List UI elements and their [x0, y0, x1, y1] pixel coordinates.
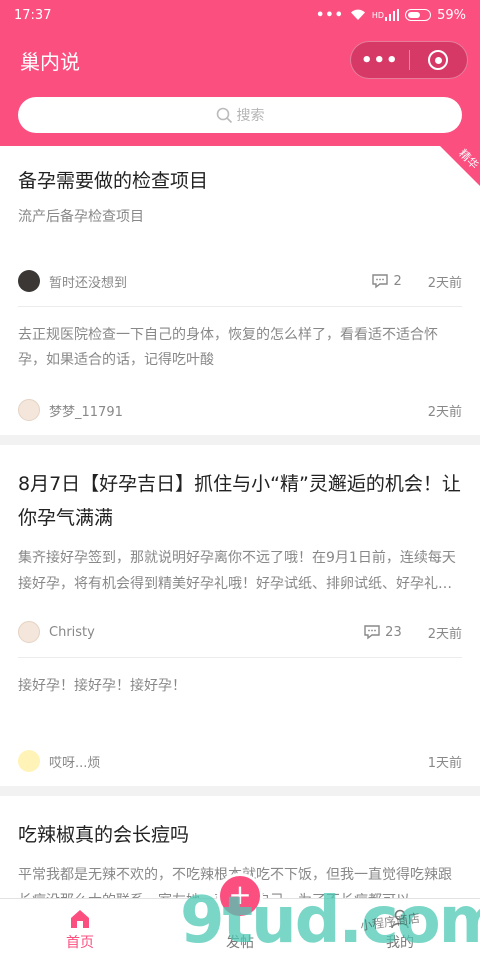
author-name[interactable]: Christy [49, 625, 363, 640]
search-input[interactable]: 搜索 [18, 97, 462, 133]
post-time: 2天前 [427, 626, 462, 642]
target-icon [428, 50, 449, 70]
post-card[interactable]: 8月7日【好孕吉日】抓住与小“精”灵邂逅的机会！让你孕气满满 集齐接好孕签到，那… [0, 445, 480, 786]
avatar[interactable] [18, 621, 40, 643]
reply-author-name[interactable]: 哎呀...烦 [49, 752, 428, 771]
search-bar: 搜索 [0, 90, 480, 146]
add-post-button[interactable]: + [217, 873, 263, 919]
post-time: 2天前 [427, 275, 462, 291]
post-feed: 精华 备孕需要做的检查项目 流产后备孕检查项目 暂时还没想到 2 2天前 去正规… [0, 146, 480, 898]
status-icons: ••• HD 59% [316, 8, 466, 23]
tab-mine-label: 我的 [386, 935, 414, 951]
post-title[interactable]: 8月7日【好孕吉日】抓住与小“精”灵邂逅的机会！让你孕气满满 [18, 467, 462, 535]
post-excerpt: 集齐接好孕签到，那就说明好孕离你不远了哦！在9月1日前，连续每天接好孕，将有机会… [18, 550, 456, 592]
avatar[interactable] [18, 750, 40, 772]
comment-count-value: 23 [385, 624, 402, 640]
comment-count[interactable]: 2 [371, 273, 402, 289]
post-meta: 暂时还没想到 2 2天前 [0, 256, 480, 306]
reply-text[interactable]: 去正规医院检查一下自己的身体，恢复的怎么样了，看看适不适合怀孕，如果适合的话，记… [0, 307, 480, 385]
tab-bar: 首页 + 发帖 我的 [0, 873, 480, 960]
search-placeholder: 搜索 [236, 108, 265, 124]
battery-icon [405, 9, 432, 21]
status-time: 17:37 [14, 7, 52, 23]
wifi-icon [350, 9, 365, 20]
close-miniprogram-button[interactable] [410, 42, 468, 78]
user-icon [389, 906, 411, 932]
post-card[interactable]: 精华 备孕需要做的检查项目 流产后备孕检查项目 暂时还没想到 2 2天前 去正规… [0, 146, 480, 435]
miniprogram-capsule: ••• [350, 41, 468, 79]
cellular-signal-icon [385, 9, 400, 21]
comment-count-value: 2 [393, 273, 402, 289]
tab-home-label: 首页 [66, 935, 94, 951]
tab-mine[interactable]: 我的 [320, 899, 480, 960]
battery-percent: 59% [437, 7, 466, 23]
notification-dots-icon: ••• [315, 7, 344, 23]
tab-post[interactable]: + 发帖 [160, 873, 320, 960]
reply-meta: 哎呀...烦 1天前 [0, 736, 480, 786]
more-menu-button[interactable]: ••• [351, 42, 409, 78]
reply-time: 1天前 [427, 755, 462, 771]
signal-badge: HD [371, 10, 385, 20]
post-title[interactable]: 备孕需要做的检查项目 [18, 164, 462, 198]
reply-meta: 梦梦_11791 2天前 [0, 385, 480, 435]
post-meta: Christy 23 2天前 [0, 607, 480, 657]
avatar[interactable] [18, 270, 40, 292]
tab-post-label: 发帖 [226, 935, 254, 951]
author-name[interactable]: 暂时还没想到 [49, 272, 371, 291]
comment-icon [364, 625, 380, 640]
app-header: 巢内说 ••• [0, 30, 480, 90]
avatar[interactable] [18, 399, 40, 421]
search-icon [216, 107, 232, 123]
tab-home[interactable]: 首页 [0, 899, 160, 960]
post-excerpt: 流产后备孕检查项目 [18, 209, 144, 225]
reply-time: 2天前 [427, 404, 462, 420]
comment-count[interactable]: 23 [363, 624, 402, 640]
reply-text[interactable]: 接好孕！接好孕！接好孕！ [0, 658, 480, 736]
status-bar: 17:37 ••• HD 59% [0, 0, 480, 30]
post-title[interactable]: 吃辣椒真的会长痘吗 [18, 818, 462, 852]
reply-author-name[interactable]: 梦梦_11791 [49, 401, 428, 420]
home-icon [69, 906, 91, 932]
comment-icon [372, 274, 389, 289]
page-title: 巢内说 [20, 49, 80, 74]
